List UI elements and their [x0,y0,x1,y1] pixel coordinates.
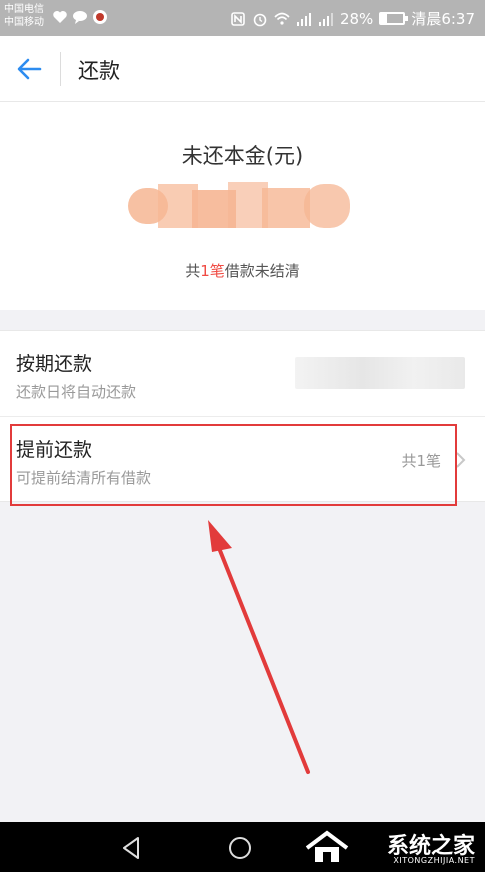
notification-icons [52,9,108,25]
carrier-labels: 中国电信 中国移动 [4,3,44,29]
nav-bar: 还款 [0,36,485,102]
note-count: 1笔 [200,262,225,280]
row-subtitle: 可提前结清所有借款 [16,469,152,487]
home-circle-icon[interactable] [226,834,254,862]
signal-2g-icon [318,12,333,26]
row-title: 提前还款 [16,439,93,461]
signal-4g-icon [296,12,311,26]
watermark-url: XITONGZHIJIA.NET [393,856,475,865]
row-subtitle: 还款日将自动还款 [16,383,137,401]
heart-icon [53,11,67,23]
chevron-right-icon [456,452,466,468]
clock: 清晨6:37 [411,10,475,28]
page-title: 还款 [78,59,120,83]
battery-percent: 28% [339,9,374,28]
amount-redacted [128,182,352,232]
principal-label: 未还本金(元) [181,144,304,168]
nfc-icon [231,11,245,26]
battery-icon [379,12,409,25]
carrier-2: 中国移动 [4,17,44,28]
redacted-value [295,357,465,389]
status-bar: 中国电信 中国移动 28% 清晨6:37 [0,0,485,36]
back-arrow-icon [17,58,42,80]
app-badge-icon [93,10,107,24]
status-right: 28% 清晨6:37 [230,8,475,29]
nav-divider [60,52,61,86]
back-triangle-icon[interactable] [118,834,146,862]
loan-count: 共1笔 [401,452,441,470]
house-logo-icon [305,830,349,862]
note-prefix: 共 [185,262,201,280]
back-button[interactable] [12,52,46,86]
annotation-arrowhead [208,520,232,552]
carrier-1: 中国电信 [4,4,44,15]
wifi-icon [274,12,290,25]
system-nav-bar: 系统之家 XITONGZHIJIA.NET [0,822,485,872]
repayment-options: 按期还款 还款日将自动还款 提前还款 可提前结清所有借款 共1笔 [0,330,485,502]
watermark: 系统之家 XITONGZHIJIA.NET [305,826,475,868]
note-suffix: 借款未结清 [224,262,300,280]
outstanding-loans-note: 共1笔借款未结清 [0,260,485,281]
summary-card: 未还本金(元) 共1笔借款未结清 [0,102,485,310]
scheduled-repayment-row[interactable]: 按期还款 还款日将自动还款 [0,331,485,417]
chat-bubble-icon [73,11,87,24]
alarm-icon [253,13,267,26]
early-repayment-row[interactable]: 提前还款 可提前结清所有借款 共1笔 [0,417,485,503]
row-title: 按期还款 [16,353,93,375]
